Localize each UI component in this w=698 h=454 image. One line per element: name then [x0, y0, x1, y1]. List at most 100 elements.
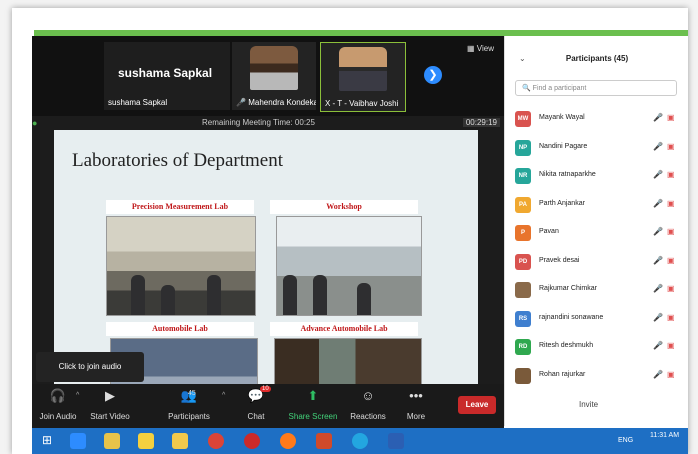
participant-name: Nandini Pagare [539, 142, 588, 150]
zoom-app-icon[interactable] [70, 433, 86, 449]
reactions-button[interactable]: ☺ Reactions [342, 388, 394, 421]
participant-video [339, 47, 387, 91]
participants-button[interactable]: 👥 45 Participants [154, 388, 224, 421]
firefox-icon[interactable] [280, 433, 296, 449]
share-screen-icon: ⬆ [307, 388, 319, 403]
windows-start-icon[interactable]: ⊞ [42, 433, 58, 449]
chevron-up-icon[interactable]: ^ [222, 392, 225, 399]
person-figure [357, 283, 371, 315]
video-off-icon: ▣ [667, 198, 675, 208]
participants-panel: ⌄ Participants (45) 🔍 Find a participant… [504, 36, 688, 426]
active-speaker-tile[interactable]: sushama Sapkal sushama Sapkal [104, 42, 230, 110]
speaker-name: sushama Sapkal [118, 66, 213, 80]
zoom-meeting-window: sushama Sapkal sushama Sapkal 🎤 Mahendra… [32, 36, 504, 434]
avatar: NP [515, 139, 531, 156]
participant-row[interactable]: Rajkumar Chimkar 🎤 ▣ [515, 281, 685, 299]
participant-tile[interactable]: X - T - Vaibhav Joshi [320, 42, 406, 112]
slide-caption: Automobile Lab [106, 322, 254, 336]
avatar: PD [515, 253, 531, 270]
participant-row[interactable]: PD Pravek desai 🎤 ▣ [515, 253, 685, 271]
language-indicator[interactable]: ENG [618, 437, 633, 444]
app-icon[interactable] [172, 433, 188, 449]
muted-mic-icon: 🎤 [236, 98, 246, 107]
leave-button[interactable]: Leave [458, 396, 496, 414]
video-off-icon: ▣ [667, 312, 675, 322]
participant-strip: sushama Sapkal sushama Sapkal 🎤 Mahendra… [32, 36, 504, 116]
start-video-label: Start Video [90, 412, 130, 421]
opera-icon[interactable] [244, 433, 260, 449]
chat-icon: 💬 [247, 388, 265, 403]
chat-button[interactable]: 💬 10 Chat [230, 386, 282, 421]
powerpoint-icon[interactable] [316, 433, 332, 449]
participant-row[interactable]: NP Nandini Pagare 🎤 ▣ [515, 139, 685, 157]
more-button[interactable]: ••• More [390, 388, 442, 421]
muted-mic-icon: 🎤 [653, 312, 663, 322]
participant-row[interactable]: Rohan rajurkar 🎤 ▣ [515, 367, 685, 385]
invite-button[interactable]: Invite [579, 400, 598, 409]
participants-label: Participants [168, 412, 210, 421]
system-clock[interactable]: 11:31 AM [650, 432, 679, 439]
next-page-icon[interactable]: ❯ [424, 66, 442, 84]
avatar: RD [515, 339, 531, 355]
security-shield-icon[interactable]: ● [32, 118, 42, 128]
participant-name: Mayank Wayal [539, 114, 585, 121]
start-video-button[interactable]: ▶ Start Video [84, 388, 136, 421]
participant-row[interactable]: NR Nikita ratnaparkhe 🎤 ▣ [515, 167, 685, 185]
person-figure [283, 275, 297, 315]
participant-name: Pavan [539, 228, 559, 235]
more-icon: ••• [409, 388, 423, 403]
screenshot-frame: sushama Sapkal sushama Sapkal 🎤 Mahendra… [12, 8, 688, 454]
slide-caption: Advance Automobile Lab [270, 322, 418, 336]
person-figure [161, 285, 175, 315]
participant-row[interactable]: PA Parth Anjankar 🎤 ▣ [515, 196, 685, 214]
muted-mic-icon: 🎤 [653, 255, 663, 265]
participant-search-input[interactable]: 🔍 Find a participant [515, 80, 677, 96]
share-screen-label: Share Screen [288, 412, 338, 421]
participants-count: 45 [188, 390, 196, 397]
participant-name: Ritesh deshmukh [539, 342, 594, 349]
avatar: P [515, 225, 531, 241]
muted-mic-icon: 🎤 [653, 341, 663, 350]
chevron-up-icon[interactable]: ^ [76, 392, 79, 399]
participant-name: Rajkumar Chimkar [539, 285, 597, 292]
video-off-icon: ▣ [667, 170, 675, 179]
meeting-timer-bar: Remaining Meeting Time: 00:25 00:29:19 [32, 116, 504, 130]
word-icon[interactable] [388, 433, 404, 449]
participant-tile[interactable]: 🎤 Mahendra Kondekar [232, 42, 316, 110]
video-off-icon: ▣ [667, 341, 675, 350]
video-off-icon: ▣ [667, 255, 675, 265]
file-explorer-icon[interactable] [104, 433, 120, 449]
muted-mic-icon: 🎤 [653, 170, 663, 179]
participant-name: Nikita ratnaparkhe [539, 171, 596, 178]
chat-badge: 10 [260, 386, 271, 392]
participant-row[interactable]: MW Mayank Wayal 🎤 ▣ [515, 110, 685, 128]
video-off-icon: ▣ [667, 113, 675, 122]
muted-mic-icon: 🎤 [653, 141, 663, 151]
avatar: PA [515, 196, 531, 213]
view-button[interactable]: ▦ View [467, 44, 494, 53]
speaker-label: sushama Sapkal [108, 98, 168, 107]
participant-name: Mahendra Kondekar [248, 98, 316, 107]
avatar: RS [515, 310, 531, 327]
slide-caption: Workshop [270, 200, 418, 214]
chrome-icon[interactable] [208, 433, 224, 449]
participant-row[interactable]: RS rajnandini sonawane 🎤 ▣ [515, 310, 685, 328]
windows-taskbar: ⊞ ENG 11:31 AM [32, 428, 688, 454]
lab-photo [276, 216, 422, 316]
participant-label: 🎤 Mahendra Kondekar [236, 98, 316, 107]
join-audio-popup[interactable]: Click to join audio [36, 352, 144, 382]
participant-row[interactable]: P Pavan 🎤 ▣ [515, 224, 685, 242]
muted-mic-icon: 🎤 [653, 113, 663, 122]
participant-name: rajnandini sonawane [539, 313, 604, 321]
muted-mic-icon: 🎤 [653, 284, 663, 293]
avatar: MW [515, 111, 531, 127]
edge-icon[interactable] [352, 433, 368, 449]
chat-label: Chat [247, 412, 265, 421]
participant-row[interactable]: RD Ritesh deshmukh 🎤 ▣ [515, 338, 685, 356]
participant-name: Rohan rajurkar [539, 370, 586, 378]
sticky-notes-icon[interactable] [138, 433, 154, 449]
avatar [515, 367, 531, 384]
video-off-icon: ▣ [667, 227, 675, 236]
participant-name: Parth Anjankar [539, 199, 585, 207]
share-screen-button[interactable]: ⬆ Share Screen [284, 388, 342, 421]
